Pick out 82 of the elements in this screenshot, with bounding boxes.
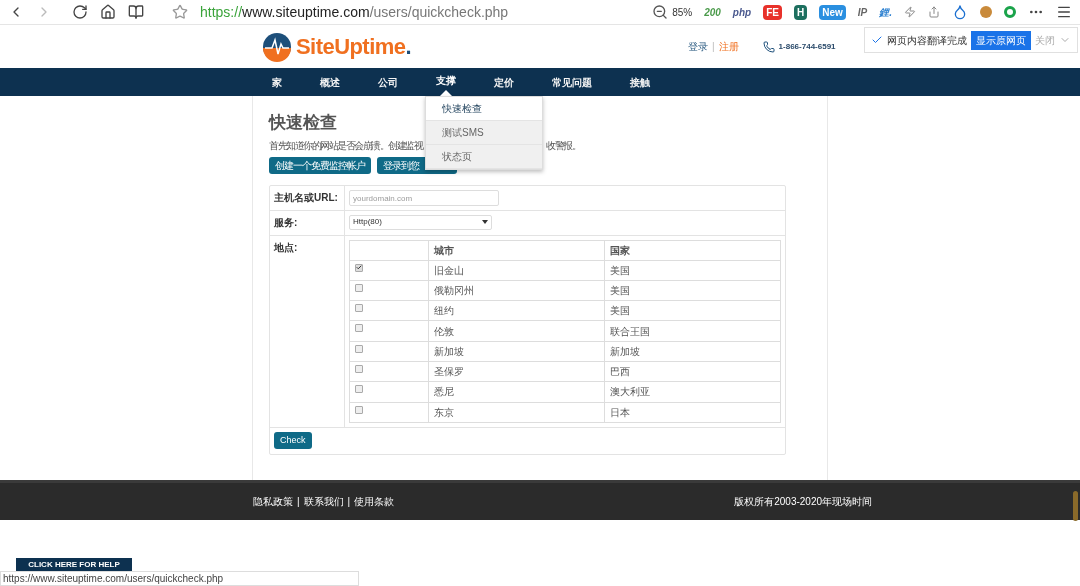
logo-text[interactable]: SiteUptime.	[296, 30, 411, 63]
translate-message: 网页内容翻译完成	[887, 33, 967, 48]
city-cell: 悉尼	[428, 381, 605, 403]
host-field[interactable]: yourdomain.com	[349, 190, 499, 206]
phone-number: 1-866-744-6591	[778, 40, 836, 53]
zoom-level: 85%	[672, 5, 693, 20]
city-cell: 伦敦	[428, 320, 605, 342]
country-cell: 美国	[604, 260, 781, 281]
host-label: 主机名或URL:	[270, 185, 345, 210]
login-link[interactable]: 登录	[688, 39, 708, 54]
address-field[interactable]: https://www.siteuptime.com/users/quickcheck.php	[200, 1, 509, 23]
nav-tab[interactable]: 定价	[494, 68, 514, 96]
extension-label[interactable]: IP	[857, 4, 868, 20]
country-cell: 日本	[604, 402, 781, 423]
nav-tab[interactable]: 接触	[630, 68, 650, 96]
city-cell: 东京	[428, 402, 605, 423]
action-button[interactable]: 创建一个免费监控帐户	[269, 156, 371, 174]
nav-tab[interactable]: 常见问题	[552, 68, 592, 96]
scroll-handle[interactable]	[1073, 491, 1078, 521]
location-checkbox[interactable]	[355, 263, 363, 272]
separator: |	[297, 495, 300, 509]
status-bar: https://www.siteuptime.com/users/quickcheck.php	[0, 571, 359, 586]
check-icon	[356, 264, 362, 271]
show-original-button[interactable]: 显示原网页	[971, 30, 1031, 50]
nav-tab[interactable]: 家	[272, 68, 282, 96]
footer-link[interactable]: 使用条款	[354, 494, 395, 509]
country-cell: 美国	[604, 300, 781, 321]
ring-icon[interactable]	[1004, 6, 1016, 18]
nav-tab[interactable]: 公司	[378, 68, 398, 96]
logo-icon	[262, 31, 292, 62]
location-checkbox[interactable]	[355, 405, 363, 414]
separator: |	[347, 495, 351, 509]
nav-tab[interactable]: 概述	[320, 68, 340, 96]
footer-link[interactable]: 联系我们	[303, 494, 344, 509]
separator: |	[712, 40, 715, 54]
service-label: 服务:	[270, 210, 345, 235]
city-cell: 新加坡	[428, 341, 605, 362]
drop-icon[interactable]	[952, 4, 968, 20]
location-checkbox[interactable]	[355, 283, 363, 292]
extension-icon[interactable]: H	[793, 4, 808, 20]
country-cell: 联合王国	[604, 320, 781, 342]
country-cell: 美国	[604, 280, 781, 301]
location-checkbox[interactable]	[355, 365, 363, 373]
copyright-text: 版权所有2003-2020年现场时间	[734, 495, 873, 509]
share-icon[interactable]	[928, 6, 940, 18]
footer-link[interactable]: 隐私政策	[253, 494, 293, 509]
bolt-icon[interactable]	[904, 6, 916, 18]
location-checkbox[interactable]	[355, 324, 363, 333]
zoom-icon[interactable]	[652, 4, 669, 20]
menu-icon[interactable]	[1056, 4, 1072, 20]
column-header: 城市	[428, 240, 605, 260]
location-checkbox[interactable]	[355, 304, 363, 313]
menu-item[interactable]: 状态页	[426, 145, 542, 169]
country-cell: 新加坡	[604, 341, 781, 362]
city-cell: 俄勒冈州	[428, 280, 605, 301]
extension-label[interactable]: 鋰.	[879, 4, 892, 20]
location-checkbox[interactable]	[355, 344, 363, 353]
phone-icon	[762, 40, 775, 53]
city-cell: 圣保罗	[428, 361, 605, 382]
reload-icon[interactable]	[72, 4, 88, 20]
intro-text: 收警报。	[546, 138, 580, 153]
column-header: 国家	[604, 240, 781, 260]
check-icon	[871, 34, 883, 46]
menu-item[interactable]: 快速检查	[426, 97, 542, 121]
home-icon[interactable]	[100, 4, 116, 20]
extension-label[interactable]: php	[732, 4, 752, 20]
intro-text: 首先知道你的网站是否会崩溃。创建监视	[269, 138, 422, 153]
location-label: 地点:	[270, 235, 345, 427]
service-dropdown[interactable]: Http(80)	[349, 214, 492, 230]
caret-icon	[482, 220, 488, 224]
country-cell: 澳大利亚	[604, 381, 781, 403]
country-cell: 巴西	[604, 361, 781, 382]
menu-item[interactable]: 测试SMS	[426, 121, 542, 145]
city-cell: 纽约	[428, 300, 605, 321]
book-icon[interactable]	[128, 4, 144, 20]
check-button[interactable]: Check	[274, 432, 312, 449]
page-title: 快速检查	[269, 112, 337, 134]
extension-icon[interactable]: FE	[763, 4, 782, 20]
extension-label[interactable]: 200	[704, 4, 721, 20]
city-cell: 旧金山	[428, 260, 605, 281]
location-checkbox[interactable]	[355, 385, 363, 394]
bookmark-icon[interactable]	[172, 4, 188, 20]
